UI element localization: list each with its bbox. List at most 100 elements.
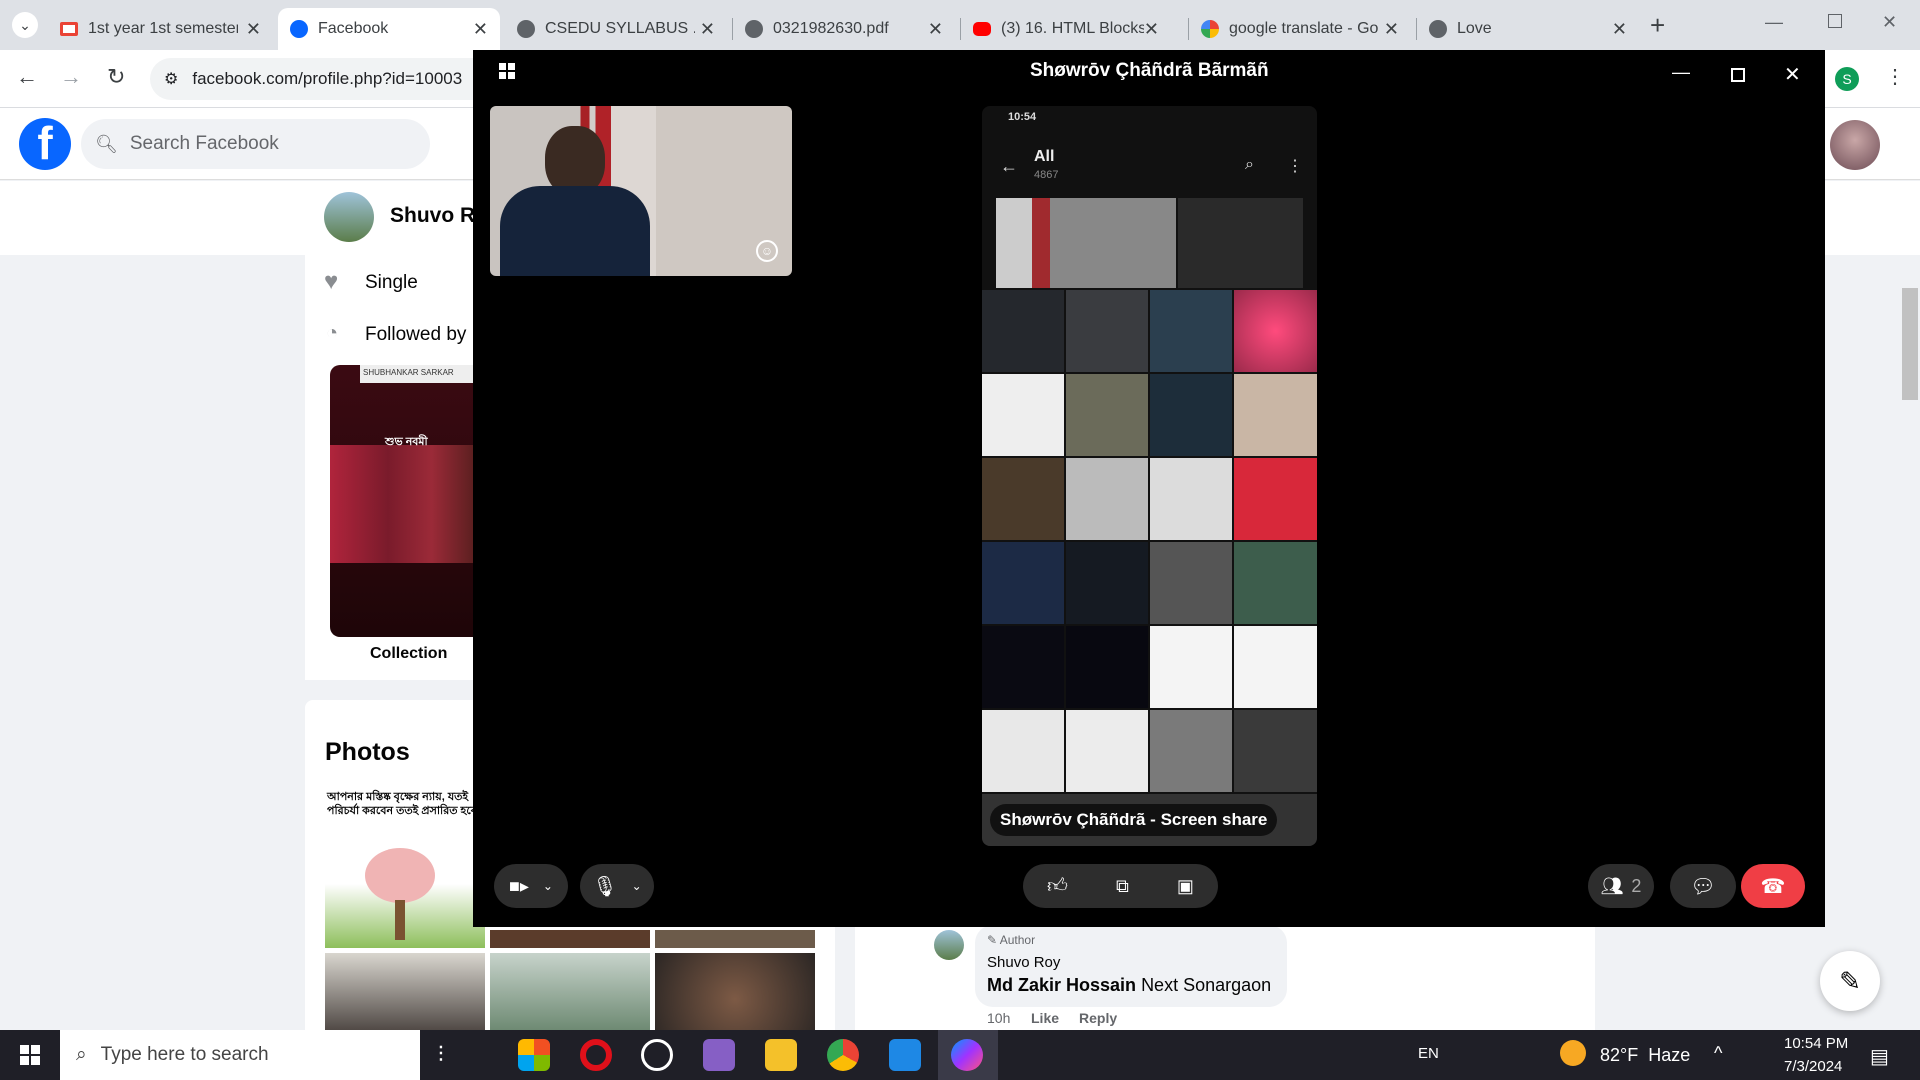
close-tab-icon[interactable]: ✕ [928, 19, 943, 40]
reload-icon[interactable]: ↻ [107, 64, 125, 90]
call-close-icon[interactable]: ✕ [1784, 62, 1801, 87]
profile-avatar[interactable]: S [1835, 67, 1859, 91]
weather-text[interactable]: 82°F Haze [1600, 1045, 1690, 1066]
messenger-icon[interactable] [951, 1039, 983, 1071]
search-icon: 🔍︎ [95, 133, 118, 154]
browser-menu-icon[interactable]: ⋮ [1885, 64, 1905, 89]
effects-icon[interactable]: ☺ [756, 240, 778, 262]
gallery-thumb [1234, 626, 1317, 708]
photo-thumb[interactable]: আপনার মস্তিষ্ক বৃক্ষের ন্যায়, যতই পরিচর… [325, 788, 485, 948]
gallery-thumb [996, 198, 1176, 288]
close-tab-icon[interactable]: ✕ [1384, 19, 1399, 40]
vscode-icon[interactable] [889, 1039, 921, 1071]
pen-icon: ✎ [987, 933, 1000, 947]
photo-thumb[interactable] [490, 930, 650, 948]
close-tab-icon[interactable]: ✕ [700, 19, 715, 40]
camera-toggle-button[interactable]: ■▸ ⌄ [494, 864, 568, 908]
featured-collection[interactable]: SHUBHANKAR SARKAR শুভ নবমী [330, 365, 475, 637]
gallery-thumb [1066, 710, 1148, 792]
grid-view-icon[interactable] [499, 63, 515, 79]
tab-label: 1st year 1st semester [88, 20, 238, 37]
tab-label: Facebook [318, 20, 389, 37]
close-tab-icon[interactable]: ✕ [1144, 19, 1159, 40]
followed-by[interactable]: Followed by 1 [365, 324, 475, 346]
tab-google-translate[interactable]: google translate - Go ✕ [1189, 8, 1411, 50]
chat-button[interactable]: 💬︎ [1670, 864, 1736, 908]
chrome-icon[interactable] [827, 1039, 859, 1071]
close-tab-icon[interactable]: ✕ [1612, 19, 1627, 40]
chevron-down-icon[interactable]: ⌄ [632, 879, 642, 893]
input-language[interactable]: EN [1418, 1045, 1439, 1062]
new-tab-button[interactable]: + [1650, 10, 1665, 41]
screen-share-icon[interactable]: ⧉ [1116, 876, 1129, 897]
call-maximize-icon[interactable] [1731, 68, 1745, 82]
commenter-avatar[interactable] [934, 930, 964, 960]
gallery-thumb [1150, 458, 1232, 540]
participants-button[interactable]: 👥︎ 2 [1588, 864, 1654, 908]
notifications-icon[interactable]: ▤ [1870, 1044, 1889, 1069]
photos-title[interactable]: Photos [325, 738, 410, 767]
gallery-thumb [1066, 374, 1148, 456]
facebook-icon [290, 20, 308, 38]
present-icon[interactable]: ▣ [1177, 876, 1194, 897]
taskbar-search-input[interactable]: ⌕ Type here to search [60, 1030, 420, 1080]
minimize-icon[interactable]: — [1765, 12, 1783, 33]
photo-thumb[interactable] [655, 930, 815, 948]
photo-thumb[interactable] [490, 953, 650, 1030]
microsoft-store-icon[interactable] [518, 1039, 550, 1071]
mention-link[interactable]: Md Zakir Hossain [987, 975, 1136, 995]
start-button[interactable] [20, 1045, 40, 1065]
account-avatar[interactable] [1830, 120, 1880, 170]
back-icon[interactable]: ← [16, 64, 38, 90]
close-window-icon[interactable]: ✕ [1882, 12, 1897, 33]
forward-icon[interactable]: → [60, 64, 82, 90]
show-hidden-icons[interactable]: ^ [1714, 1043, 1722, 1064]
featured-label: Collection [370, 645, 448, 662]
tab-gmail[interactable]: 1st year 1st semester ✕ [48, 8, 273, 50]
clock-time[interactable]: 10:54 PM [1784, 1035, 1848, 1052]
profile-avatar-small[interactable] [324, 192, 374, 242]
thumbs-up-icon[interactable]: 👍︎ [1047, 874, 1068, 898]
clock-date[interactable]: 7/3/2024 [1784, 1058, 1842, 1075]
mic-toggle-button[interactable]: 🎙︎ ⌄ [580, 864, 654, 908]
call-title: Shøwrōv Çhãñdrã Bãrmãñ [1030, 60, 1269, 81]
photo-thumb[interactable] [655, 953, 815, 1030]
opera-icon[interactable] [580, 1039, 612, 1071]
gallery-thumb [982, 458, 1064, 540]
screen-share-tile[interactable]: 10:54 ← All 4867 ⌕ ⋮ Shøwrōv Çhãñdrã - S… [982, 106, 1317, 846]
comment-author[interactable]: Shuvo Roy [987, 954, 1060, 971]
file-explorer-icon[interactable] [765, 1039, 797, 1071]
close-tab-icon[interactable]: ✕ [473, 19, 488, 40]
self-video-tile[interactable] [490, 106, 792, 276]
new-message-button[interactable]: ✎ [1820, 951, 1880, 1011]
youtube-icon [973, 22, 991, 36]
tab-csedu-syllabus[interactable]: CSEDU SYLLABUS .pdf ✕ [505, 8, 727, 50]
whatsapp-icon[interactable] [641, 1039, 673, 1071]
participant-count: 2 [1631, 875, 1642, 896]
gallery-thumb [1234, 710, 1317, 792]
tab-love[interactable]: Love ✕ [1417, 8, 1639, 50]
tab-search-button[interactable]: ⌄ [12, 12, 38, 38]
chevron-down-icon[interactable]: ⌄ [543, 879, 553, 893]
facebook-logo-icon[interactable]: f [19, 118, 71, 170]
tab-facebook[interactable]: Facebook ✕ [278, 8, 500, 50]
phone-search-icon: ⌕ [1245, 156, 1254, 173]
facebook-search-input[interactable]: 🔍︎ Search Facebook [81, 119, 430, 169]
tab-youtube[interactable]: (3) 16. HTML Blocks ✕ [961, 8, 1171, 50]
page-scrollbar[interactable] [1902, 288, 1918, 400]
address-bar[interactable]: ⚙ facebook.com/profile.php?id=10003 [150, 58, 480, 100]
site-info-icon[interactable]: ⚙ [164, 69, 178, 89]
like-link[interactable]: Like [1031, 1010, 1059, 1026]
task-view-icon[interactable]: ⫶ [438, 1042, 444, 1068]
comment-time[interactable]: 10h [987, 1010, 1010, 1026]
photo-thumb[interactable] [325, 953, 485, 1030]
relationship-status: Single [365, 272, 418, 293]
restore-icon[interactable] [1828, 14, 1842, 28]
call-minimize-icon[interactable]: — [1672, 62, 1690, 83]
tab-pdf[interactable]: 0321982630.pdf ✕ [733, 8, 955, 50]
reply-link[interactable]: Reply [1079, 1010, 1117, 1026]
visual-studio-icon[interactable] [703, 1039, 735, 1071]
close-tab-icon[interactable]: ✕ [246, 19, 261, 40]
weather-icon[interactable] [1560, 1040, 1586, 1066]
end-call-button[interactable]: ☎︎ [1741, 864, 1805, 908]
